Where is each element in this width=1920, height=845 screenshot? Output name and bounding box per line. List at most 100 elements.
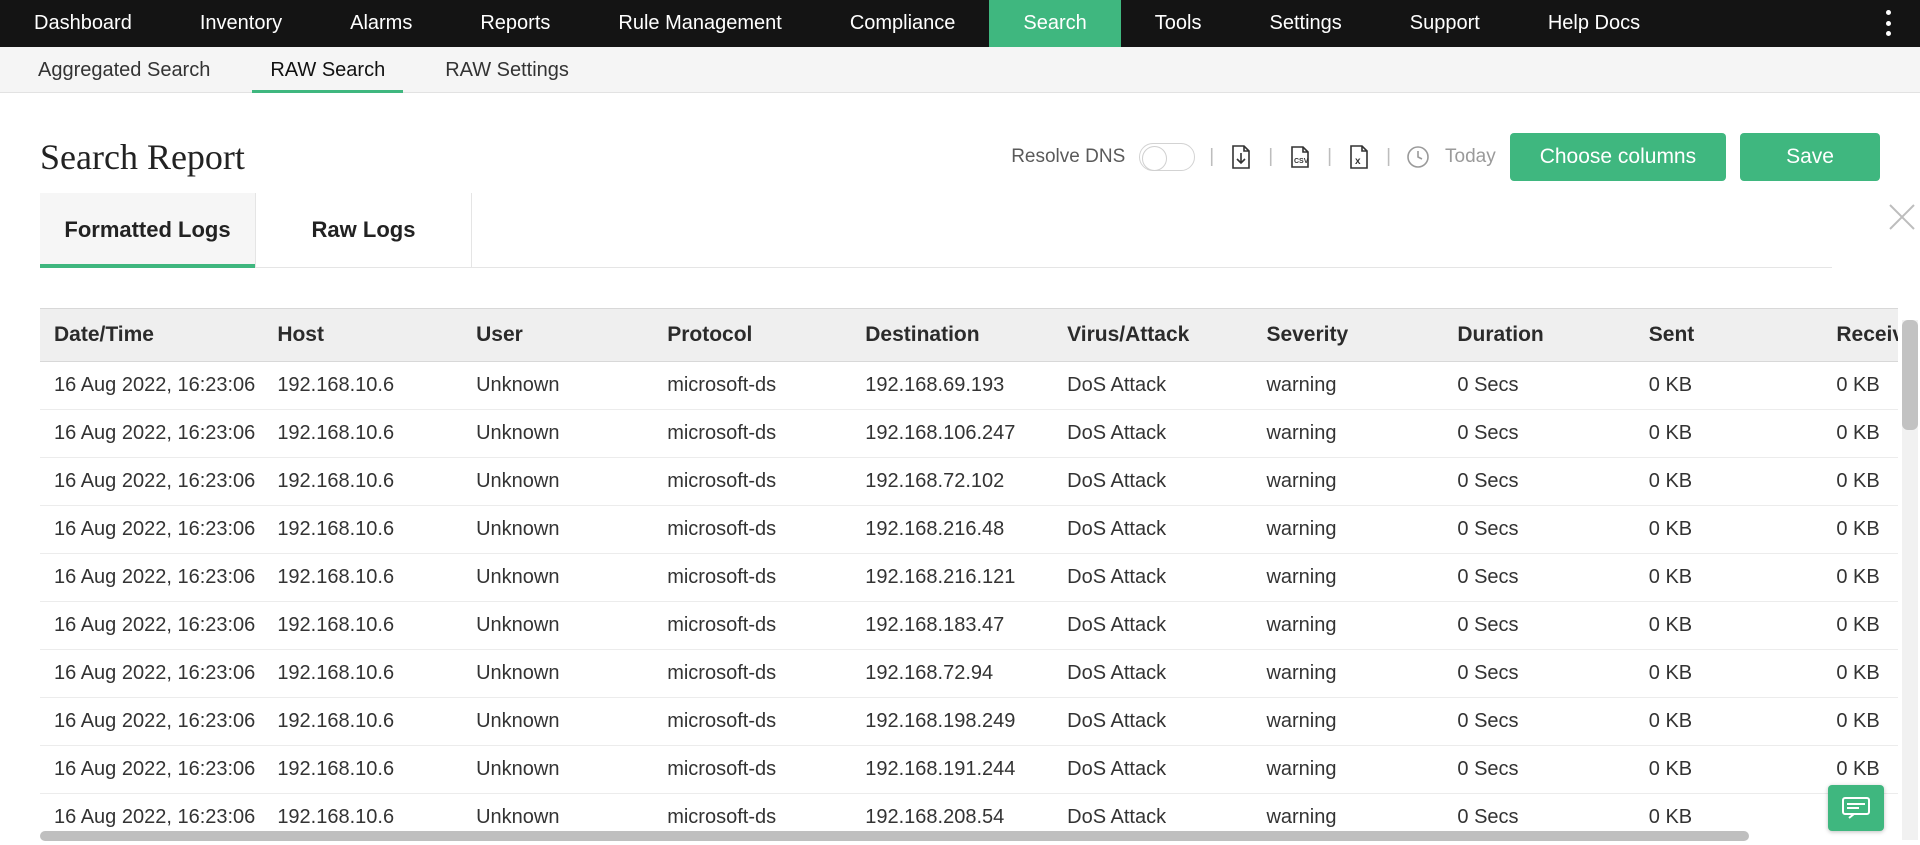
log-table-wrap[interactable]: Date/TimeHostUserProtocolDestinationViru…: [40, 308, 1898, 838]
cell-attack: DoS Attack: [1053, 458, 1252, 506]
cell-user: Unknown: [462, 506, 653, 554]
cell-host: 192.168.10.6: [263, 362, 462, 410]
table-row[interactable]: 16 Aug 2022, 16:23:06192.168.10.6Unknown…: [40, 554, 1898, 602]
cell-user: Unknown: [462, 746, 653, 794]
table-row[interactable]: 16 Aug 2022, 16:23:06192.168.10.6Unknown…: [40, 506, 1898, 554]
nav-item-compliance[interactable]: Compliance: [816, 0, 990, 47]
log-tabs-area: Formatted LogsRaw Logs: [0, 181, 1920, 268]
cell-duration: 0 Secs: [1443, 650, 1634, 698]
nav-item-inventory[interactable]: Inventory: [166, 0, 316, 47]
subnav-item-raw-settings[interactable]: RAW Settings: [441, 47, 573, 92]
cell-sent: 0 KB: [1635, 650, 1823, 698]
close-icon[interactable]: [1884, 199, 1920, 235]
cell-user: Unknown: [462, 362, 653, 410]
nav-item-reports[interactable]: Reports: [446, 0, 584, 47]
cell-attack: DoS Attack: [1053, 602, 1252, 650]
cell-host: 192.168.10.6: [263, 458, 462, 506]
cell-attack: DoS Attack: [1053, 410, 1252, 458]
column-header-received[interactable]: Received: [1822, 309, 1898, 362]
kebab-menu-icon[interactable]: [1878, 10, 1898, 36]
page-header: Search Report Resolve DNS | | CSV | x | …: [0, 93, 1920, 181]
cell-received: 0 KB: [1822, 506, 1898, 554]
horizontal-scrollbar[interactable]: [40, 831, 1898, 841]
cell-attack: DoS Attack: [1053, 554, 1252, 602]
cell-user: Unknown: [462, 554, 653, 602]
cell-received: 0 KB: [1822, 362, 1898, 410]
cell-severity: warning: [1252, 506, 1443, 554]
log-tabs: Formatted LogsRaw Logs: [40, 193, 1832, 268]
cell-duration: 0 Secs: [1443, 362, 1634, 410]
nav-item-alarms[interactable]: Alarms: [316, 0, 446, 47]
choose-columns-button[interactable]: Choose columns: [1510, 133, 1726, 181]
nav-item-settings[interactable]: Settings: [1236, 0, 1376, 47]
cell-protocol: microsoft-ds: [653, 746, 851, 794]
save-button[interactable]: Save: [1740, 133, 1880, 181]
vertical-scrollbar[interactable]: [1902, 320, 1918, 840]
column-header-severity[interactable]: Severity: [1252, 309, 1443, 362]
cell-severity: warning: [1252, 602, 1443, 650]
cell-destination: 192.168.106.247: [851, 410, 1053, 458]
cell-destination: 192.168.183.47: [851, 602, 1053, 650]
subnav-item-raw-search[interactable]: RAW Search: [266, 47, 389, 92]
table-row[interactable]: 16 Aug 2022, 16:23:06192.168.10.6Unknown…: [40, 410, 1898, 458]
nav-item-search[interactable]: Search: [989, 0, 1120, 47]
separator: |: [1386, 146, 1391, 168]
nav-item-dashboard[interactable]: Dashboard: [0, 0, 166, 47]
cell-attack: DoS Attack: [1053, 698, 1252, 746]
cell-datetime: 16 Aug 2022, 16:23:06: [40, 410, 263, 458]
export-pdf-icon[interactable]: [1228, 144, 1254, 170]
cell-received: 0 KB: [1822, 458, 1898, 506]
cell-duration: 0 Secs: [1443, 506, 1634, 554]
clock-icon[interactable]: [1405, 144, 1431, 170]
cell-received: 0 KB: [1822, 602, 1898, 650]
resolve-dns-label: Resolve DNS: [1011, 146, 1125, 168]
cell-attack: DoS Attack: [1053, 650, 1252, 698]
cell-severity: warning: [1252, 650, 1443, 698]
table-row[interactable]: 16 Aug 2022, 16:23:06192.168.10.6Unknown…: [40, 746, 1898, 794]
cell-protocol: microsoft-ds: [653, 506, 851, 554]
cell-attack: DoS Attack: [1053, 746, 1252, 794]
column-header-host[interactable]: Host: [263, 309, 462, 362]
table-row[interactable]: 16 Aug 2022, 16:23:06192.168.10.6Unknown…: [40, 698, 1898, 746]
cell-severity: warning: [1252, 410, 1443, 458]
column-header-user[interactable]: User: [462, 309, 653, 362]
toolbar: Resolve DNS | | CSV | x | Today Choose c…: [1011, 133, 1880, 181]
cell-severity: warning: [1252, 698, 1443, 746]
cell-datetime: 16 Aug 2022, 16:23:06: [40, 362, 263, 410]
cell-attack: DoS Attack: [1053, 362, 1252, 410]
cell-received: 0 KB: [1822, 554, 1898, 602]
chat-support-button[interactable]: [1828, 785, 1884, 831]
separator: |: [1209, 146, 1214, 168]
cell-host: 192.168.10.6: [263, 410, 462, 458]
table-row[interactable]: 16 Aug 2022, 16:23:06192.168.10.6Unknown…: [40, 362, 1898, 410]
table-row[interactable]: 16 Aug 2022, 16:23:06192.168.10.6Unknown…: [40, 602, 1898, 650]
column-header-sent[interactable]: Sent: [1635, 309, 1823, 362]
cell-destination: 192.168.191.244: [851, 746, 1053, 794]
tab-formatted-logs[interactable]: Formatted Logs: [40, 193, 256, 267]
cell-host: 192.168.10.6: [263, 554, 462, 602]
cell-received: 0 KB: [1822, 410, 1898, 458]
top-nav: DashboardInventoryAlarmsReportsRule Mana…: [0, 0, 1920, 47]
cell-severity: warning: [1252, 458, 1443, 506]
nav-item-support[interactable]: Support: [1376, 0, 1514, 47]
cell-sent: 0 KB: [1635, 506, 1823, 554]
table-row[interactable]: 16 Aug 2022, 16:23:06192.168.10.6Unknown…: [40, 458, 1898, 506]
subnav-item-aggregated-search[interactable]: Aggregated Search: [34, 47, 214, 92]
separator: |: [1268, 146, 1273, 168]
nav-item-help-docs[interactable]: Help Docs: [1514, 0, 1674, 47]
cell-protocol: microsoft-ds: [653, 650, 851, 698]
table-row[interactable]: 16 Aug 2022, 16:23:06192.168.10.6Unknown…: [40, 650, 1898, 698]
nav-item-tools[interactable]: Tools: [1121, 0, 1236, 47]
svg-text:x: x: [1355, 156, 1361, 167]
column-header-destination[interactable]: Destination: [851, 309, 1053, 362]
cell-destination: 192.168.69.193: [851, 362, 1053, 410]
column-header-virus-attack[interactable]: Virus/Attack: [1053, 309, 1252, 362]
column-header-duration[interactable]: Duration: [1443, 309, 1634, 362]
column-header-date-time[interactable]: Date/Time: [40, 309, 263, 362]
tab-raw-logs[interactable]: Raw Logs: [256, 193, 472, 267]
export-xls-icon[interactable]: x: [1346, 144, 1372, 170]
resolve-dns-toggle[interactable]: [1139, 143, 1195, 171]
nav-item-rule-management[interactable]: Rule Management: [584, 0, 815, 47]
column-header-protocol[interactable]: Protocol: [653, 309, 851, 362]
export-csv-icon[interactable]: CSV: [1287, 144, 1313, 170]
